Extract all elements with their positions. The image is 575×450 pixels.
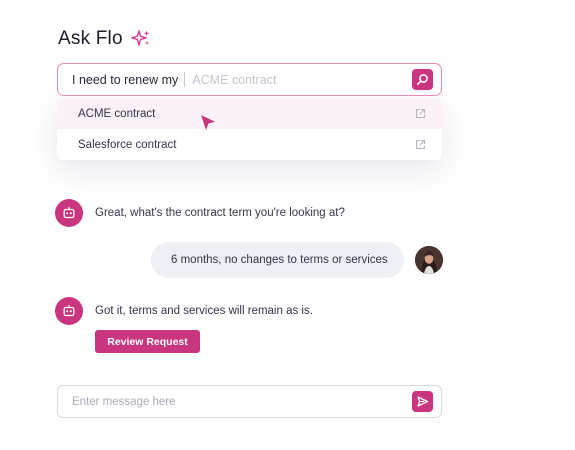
- external-link-icon[interactable]: [415, 139, 426, 150]
- bot-message: Great, what's the contract term you're l…: [55, 199, 345, 227]
- search-icon: [416, 74, 428, 85]
- search-area: I need to renew my ACME contract ACME co…: [57, 63, 442, 160]
- user-avatar: [415, 246, 443, 274]
- robot-icon: [63, 305, 75, 317]
- search-button[interactable]: [412, 69, 433, 90]
- dropdown-item-label: Salesforce contract: [78, 138, 177, 151]
- message-input[interactable]: Enter message here: [72, 396, 412, 408]
- text-caret: [184, 72, 186, 87]
- suggestion-dropdown: ACME contract Salesforce contract: [57, 98, 442, 160]
- user-message-text: 6 months, no changes to terms or service…: [171, 254, 388, 266]
- user-message: 6 months, no changes to terms or service…: [151, 242, 443, 278]
- bot-avatar: [55, 199, 83, 227]
- message-composer[interactable]: Enter message here: [57, 385, 442, 418]
- header: Ask Flo: [58, 28, 151, 50]
- dropdown-item-label: ACME contract: [78, 107, 156, 120]
- send-button[interactable]: [412, 391, 433, 412]
- bot-message-text: Great, what's the contract term you're l…: [95, 207, 345, 219]
- user-message-bubble: 6 months, no changes to terms or service…: [151, 242, 404, 278]
- external-link-icon[interactable]: [415, 108, 426, 119]
- user-photo-icon: [415, 246, 443, 274]
- send-icon: [417, 396, 429, 407]
- page-title: Ask Flo: [58, 28, 123, 49]
- bot-message: Got it, terms and services will remain a…: [55, 297, 313, 325]
- bot-message-text: Got it, terms and services will remain a…: [95, 305, 313, 317]
- dropdown-item-salesforce[interactable]: Salesforce contract: [57, 129, 442, 160]
- review-request-button[interactable]: Review Request: [95, 330, 200, 353]
- search-input[interactable]: I need to renew my ACME contract: [57, 63, 442, 96]
- search-suggestion: ACME contract: [192, 72, 277, 87]
- search-typed-text: I need to renew my: [72, 72, 179, 87]
- robot-icon: [63, 207, 75, 219]
- sparkle-icon: [131, 30, 150, 46]
- mouse-cursor-icon: [199, 113, 218, 133]
- bot-avatar: [55, 297, 83, 325]
- dropdown-item-acme[interactable]: ACME contract: [57, 98, 442, 129]
